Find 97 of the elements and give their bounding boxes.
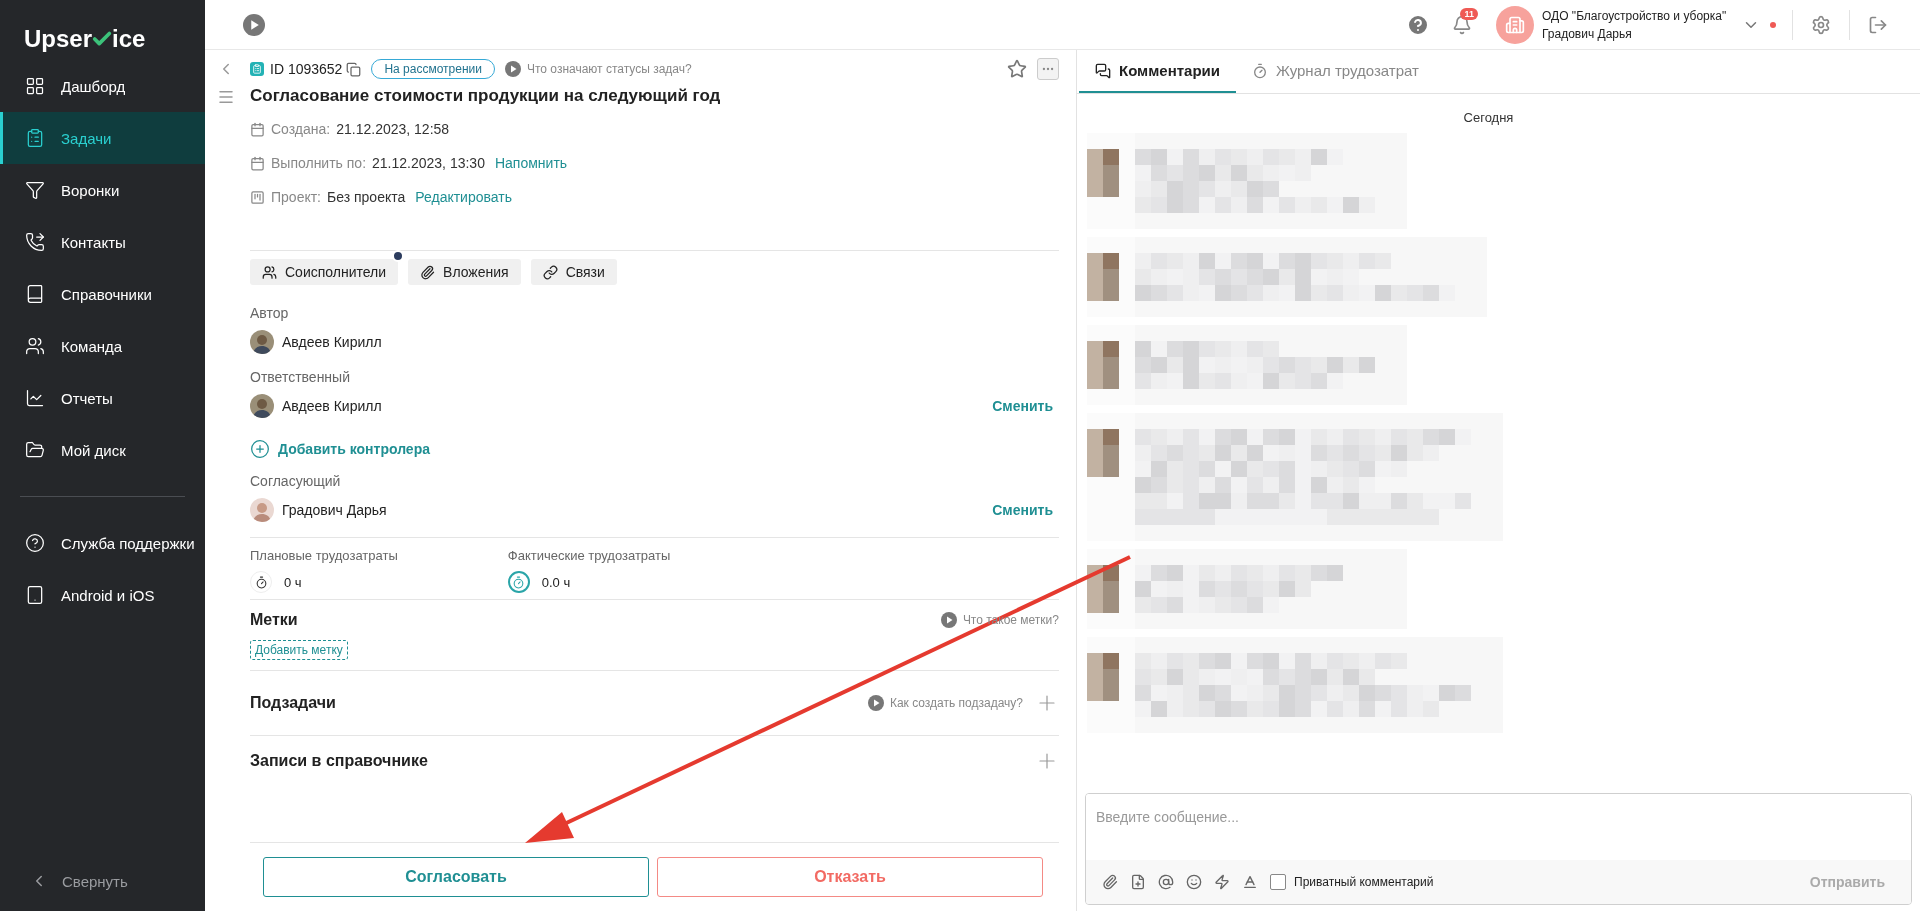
logout-icon: [1868, 14, 1888, 35]
board-icon: [250, 189, 265, 205]
people-icon: [262, 264, 277, 280]
role-label: Ответственный: [250, 369, 351, 385]
sidebar-item[interactable]: Отчеты: [0, 372, 205, 424]
add-tag-button[interactable]: Добавить метку: [250, 640, 348, 660]
text-format-icon[interactable]: [1242, 874, 1258, 890]
section-title: Метки: [250, 611, 298, 629]
user-name: Градович Дарья: [1542, 25, 1633, 43]
paperclip-icon: [420, 264, 436, 280]
calendar-icon: [250, 155, 265, 171]
section-title: Подзадачи: [250, 694, 336, 712]
status-help-link[interactable]: Что означают статусы задач?: [504, 61, 692, 77]
private-checkbox[interactable]: [1270, 874, 1286, 890]
meta-link[interactable]: Редактировать: [415, 189, 512, 205]
reject-button[interactable]: Отказать: [657, 857, 1043, 897]
plus-circle-icon: [250, 439, 270, 459]
sidebar-item[interactable]: Контакты: [0, 216, 205, 268]
timer-icon: [1252, 62, 1268, 79]
panel-tab[interactable]: Журнал трудозатрат: [1236, 50, 1435, 93]
message-composer[interactable]: Введите сообщение... Приватный комментарий Отправить: [1085, 793, 1912, 905]
approve-button[interactable]: Согласовать: [263, 857, 649, 897]
meta-label: Создана:: [271, 121, 331, 137]
person-name: Авдеев Кирилл: [282, 334, 382, 350]
play-icon[interactable]: [243, 13, 265, 36]
phone-icon: [25, 232, 45, 252]
company-avatar: [1496, 5, 1534, 44]
sidebar-item[interactable]: Дашборд: [0, 60, 205, 112]
effort-value: 0.0 ч: [541, 574, 571, 590]
paperclip-icon[interactable]: [1102, 874, 1118, 890]
mention-icon[interactable]: [1158, 874, 1174, 890]
grid-icon: [25, 76, 45, 96]
person-name: Авдеев Кирилл: [282, 398, 382, 414]
panel-tab[interactable]: Комментарии: [1079, 50, 1236, 93]
notifications-button[interactable]: 11: [1440, 4, 1484, 45]
change-link[interactable]: Сменить: [992, 398, 1053, 414]
funnel-icon: [25, 180, 45, 200]
company-name: ОДО "Благоустройство и уборка": [1542, 7, 1728, 25]
effort-label: Фактические трудозатраты: [507, 548, 671, 563]
link-icon: [542, 264, 558, 280]
date-separator: Сегодня: [1463, 110, 1514, 125]
task-title: Согласование стоимости продукции на следующий год: [250, 86, 722, 106]
section-title: Записи в справочнике: [250, 752, 428, 770]
subtask-help-link[interactable]: Как создать подзадачу?: [867, 695, 1023, 711]
add-controller-link[interactable]: Добавить контролера: [250, 431, 430, 467]
sidebar-item[interactable]: Служба поддержки: [0, 517, 205, 569]
menu-icon[interactable]: [217, 88, 235, 106]
meta-value: 21.12.2023, 13:30: [372, 155, 485, 171]
section-tab[interactable]: Связи: [530, 259, 617, 285]
copy-icon[interactable]: [346, 61, 362, 77]
checkbox-label: Приватный комментарий: [1294, 875, 1434, 889]
play-icon: [504, 61, 521, 77]
meta-label: Выполнить по:: [271, 155, 367, 171]
people-icon: [25, 336, 45, 356]
meta-link[interactable]: Напомнить: [494, 155, 568, 171]
section-tab[interactable]: Вложения: [408, 259, 521, 285]
sidebar-item[interactable]: Команда: [0, 320, 205, 372]
status-dot: [1770, 21, 1776, 28]
star-icon[interactable]: [1007, 59, 1027, 79]
chat-icon: [1095, 62, 1111, 79]
section-tab[interactable]: Соисполнители: [250, 259, 399, 285]
avatar: [250, 498, 274, 522]
tablet-icon: [25, 585, 45, 605]
task-id: ID 1093652: [270, 61, 343, 77]
role-label: Автор: [250, 305, 290, 321]
file-add-icon[interactable]: [1130, 874, 1146, 890]
emoji-icon[interactable]: [1186, 874, 1202, 890]
effort-value: 0 ч: [284, 574, 302, 590]
sidebar-item[interactable]: Воронки: [0, 164, 205, 216]
effort-label: Плановые трудозатраты: [250, 548, 398, 563]
book-icon: [25, 284, 45, 304]
meta-label: Проект:: [271, 189, 321, 205]
settings-icon: [1811, 14, 1831, 35]
help-icon: [25, 533, 45, 553]
change-link[interactable]: Сменить: [992, 502, 1053, 518]
role-label: Согласующий: [250, 473, 342, 489]
folder-icon: [25, 440, 45, 460]
sidebar-item[interactable]: Задачи: [0, 112, 205, 164]
logo: Upser ice: [23, 24, 147, 54]
notification-count: 11: [1460, 7, 1478, 20]
chart-icon: [25, 388, 45, 408]
play-icon: [940, 612, 957, 628]
clipboard-icon: [25, 128, 45, 148]
collapse-button[interactable]: Свернуть: [0, 863, 205, 911]
lightning-icon[interactable]: [1214, 874, 1230, 890]
calendar-icon: [250, 121, 265, 137]
play-icon: [867, 695, 884, 711]
avatar: [250, 330, 274, 354]
sidebar-item[interactable]: Мой диск: [0, 424, 205, 476]
sidebar-item[interactable]: Справочники: [0, 268, 205, 320]
meta-value: Без проекта: [327, 189, 406, 205]
person-name: Градович Дарья: [282, 502, 387, 518]
meta-value: 21.12.2023, 12:58: [336, 121, 450, 137]
more-button[interactable]: [1037, 58, 1059, 80]
avatar: [250, 394, 274, 418]
task-icon: [250, 62, 264, 76]
sidebar-item[interactable]: Android и iOS: [0, 569, 205, 621]
